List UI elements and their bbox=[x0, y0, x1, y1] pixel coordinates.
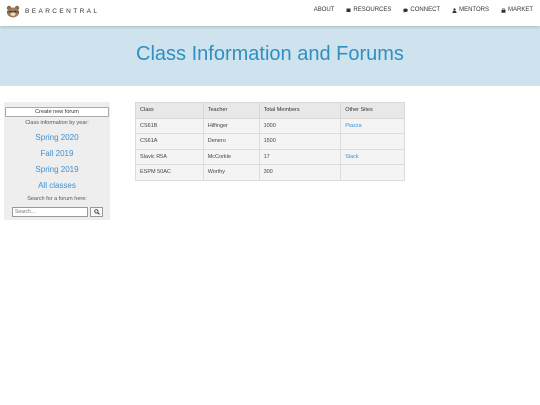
nav-resources[interactable]: RESOURCES bbox=[346, 7, 391, 13]
nav-about-label: ABOUT bbox=[313, 7, 335, 13]
nav-market[interactable]: MARKET bbox=[501, 7, 533, 13]
person-icon bbox=[452, 7, 457, 13]
search-icon bbox=[93, 209, 100, 215]
hero-banner: Class Information and Forums bbox=[0, 26, 540, 86]
cell-members: 1000 bbox=[258, 117, 342, 134]
cell-members: 17 bbox=[258, 148, 342, 165]
chat-icon bbox=[403, 8, 409, 13]
top-navbar: BEARCENTRAL ABOUT RESOURCES CONNECT MENT… bbox=[0, 0, 540, 26]
cell-site: Slack bbox=[340, 148, 405, 165]
book-icon bbox=[346, 8, 351, 12]
header-other-sites: Other Sites bbox=[340, 102, 405, 119]
brand[interactable]: BEARCENTRAL bbox=[6, 5, 99, 18]
year-link-spring-2019[interactable]: Spring 2019 bbox=[4, 165, 110, 174]
nav-resources-label: RESOURCES bbox=[353, 7, 392, 13]
header-total-members: Total Members bbox=[258, 102, 342, 119]
cell-teacher: Hilfinger bbox=[202, 117, 260, 134]
class-table-container: Class Teacher Total Members Other Sites … bbox=[135, 102, 405, 181]
cell-site bbox=[340, 164, 405, 181]
search-input[interactable] bbox=[12, 207, 88, 217]
table-row: CS61A Denero 1500 bbox=[135, 133, 405, 150]
nav-connect-label: CONNECT bbox=[410, 7, 441, 13]
brand-name: BEARCENTRAL bbox=[25, 8, 100, 15]
cell-class: CS61B bbox=[135, 117, 204, 134]
cell-class: CS61A bbox=[135, 133, 204, 150]
nav-about[interactable]: ABOUT bbox=[314, 7, 335, 13]
table-row: ESPM 50AC Worthy 300 bbox=[135, 164, 405, 181]
cell-members: 1500 bbox=[258, 133, 342, 150]
site-link-piazza[interactable]: Piazza bbox=[345, 123, 362, 129]
bag-icon bbox=[501, 7, 506, 13]
table-row: Slavic R5A McCorkle 17 Slack bbox=[135, 148, 405, 165]
bear-logo-icon bbox=[6, 5, 20, 18]
cell-members: 300 bbox=[258, 164, 342, 181]
nav-connect[interactable]: CONNECT bbox=[403, 7, 440, 13]
sidebar: Create new forum Class information by ye… bbox=[4, 102, 110, 220]
nav-market-label: MARKET bbox=[507, 7, 533, 13]
year-link-spring-2020[interactable]: Spring 2020 bbox=[4, 133, 110, 142]
table-header-row: Class Teacher Total Members Other Sites bbox=[135, 102, 405, 119]
nav-menu: ABOUT RESOURCES CONNECT MENTORS MARKET bbox=[314, 7, 533, 13]
table-row: CS61B Hilfinger 1000 Piazza bbox=[135, 117, 405, 134]
cell-class: ESPM 50AC bbox=[135, 164, 204, 181]
year-link-fall-2019[interactable]: Fall 2019 bbox=[4, 149, 110, 158]
nav-mentors[interactable]: MENTORS bbox=[452, 7, 489, 13]
cell-teacher: McCorkle bbox=[202, 148, 260, 165]
cell-class: Slavic R5A bbox=[135, 148, 204, 165]
site-link-slack[interactable]: Slack bbox=[345, 154, 358, 160]
header-class: Class bbox=[135, 102, 204, 119]
search-form bbox=[12, 207, 103, 217]
create-forum-button[interactable]: Create new forum bbox=[5, 107, 109, 117]
cell-site: Piazza bbox=[340, 117, 405, 134]
cell-teacher: Denero bbox=[202, 133, 260, 150]
year-link-all-classes[interactable]: All classes bbox=[4, 181, 110, 190]
nav-mentors-label: MENTORS bbox=[459, 7, 489, 13]
search-button[interactable] bbox=[90, 207, 103, 217]
search-caption: Search for a forum here: bbox=[27, 196, 87, 202]
class-info-caption: Class information by year: bbox=[25, 120, 89, 126]
page-title: Class Information and Forums bbox=[136, 43, 404, 65]
header-teacher: Teacher bbox=[202, 102, 260, 119]
cell-site bbox=[340, 133, 405, 150]
cell-teacher: Worthy bbox=[202, 164, 260, 181]
class-table: Class Teacher Total Members Other Sites … bbox=[135, 102, 405, 181]
